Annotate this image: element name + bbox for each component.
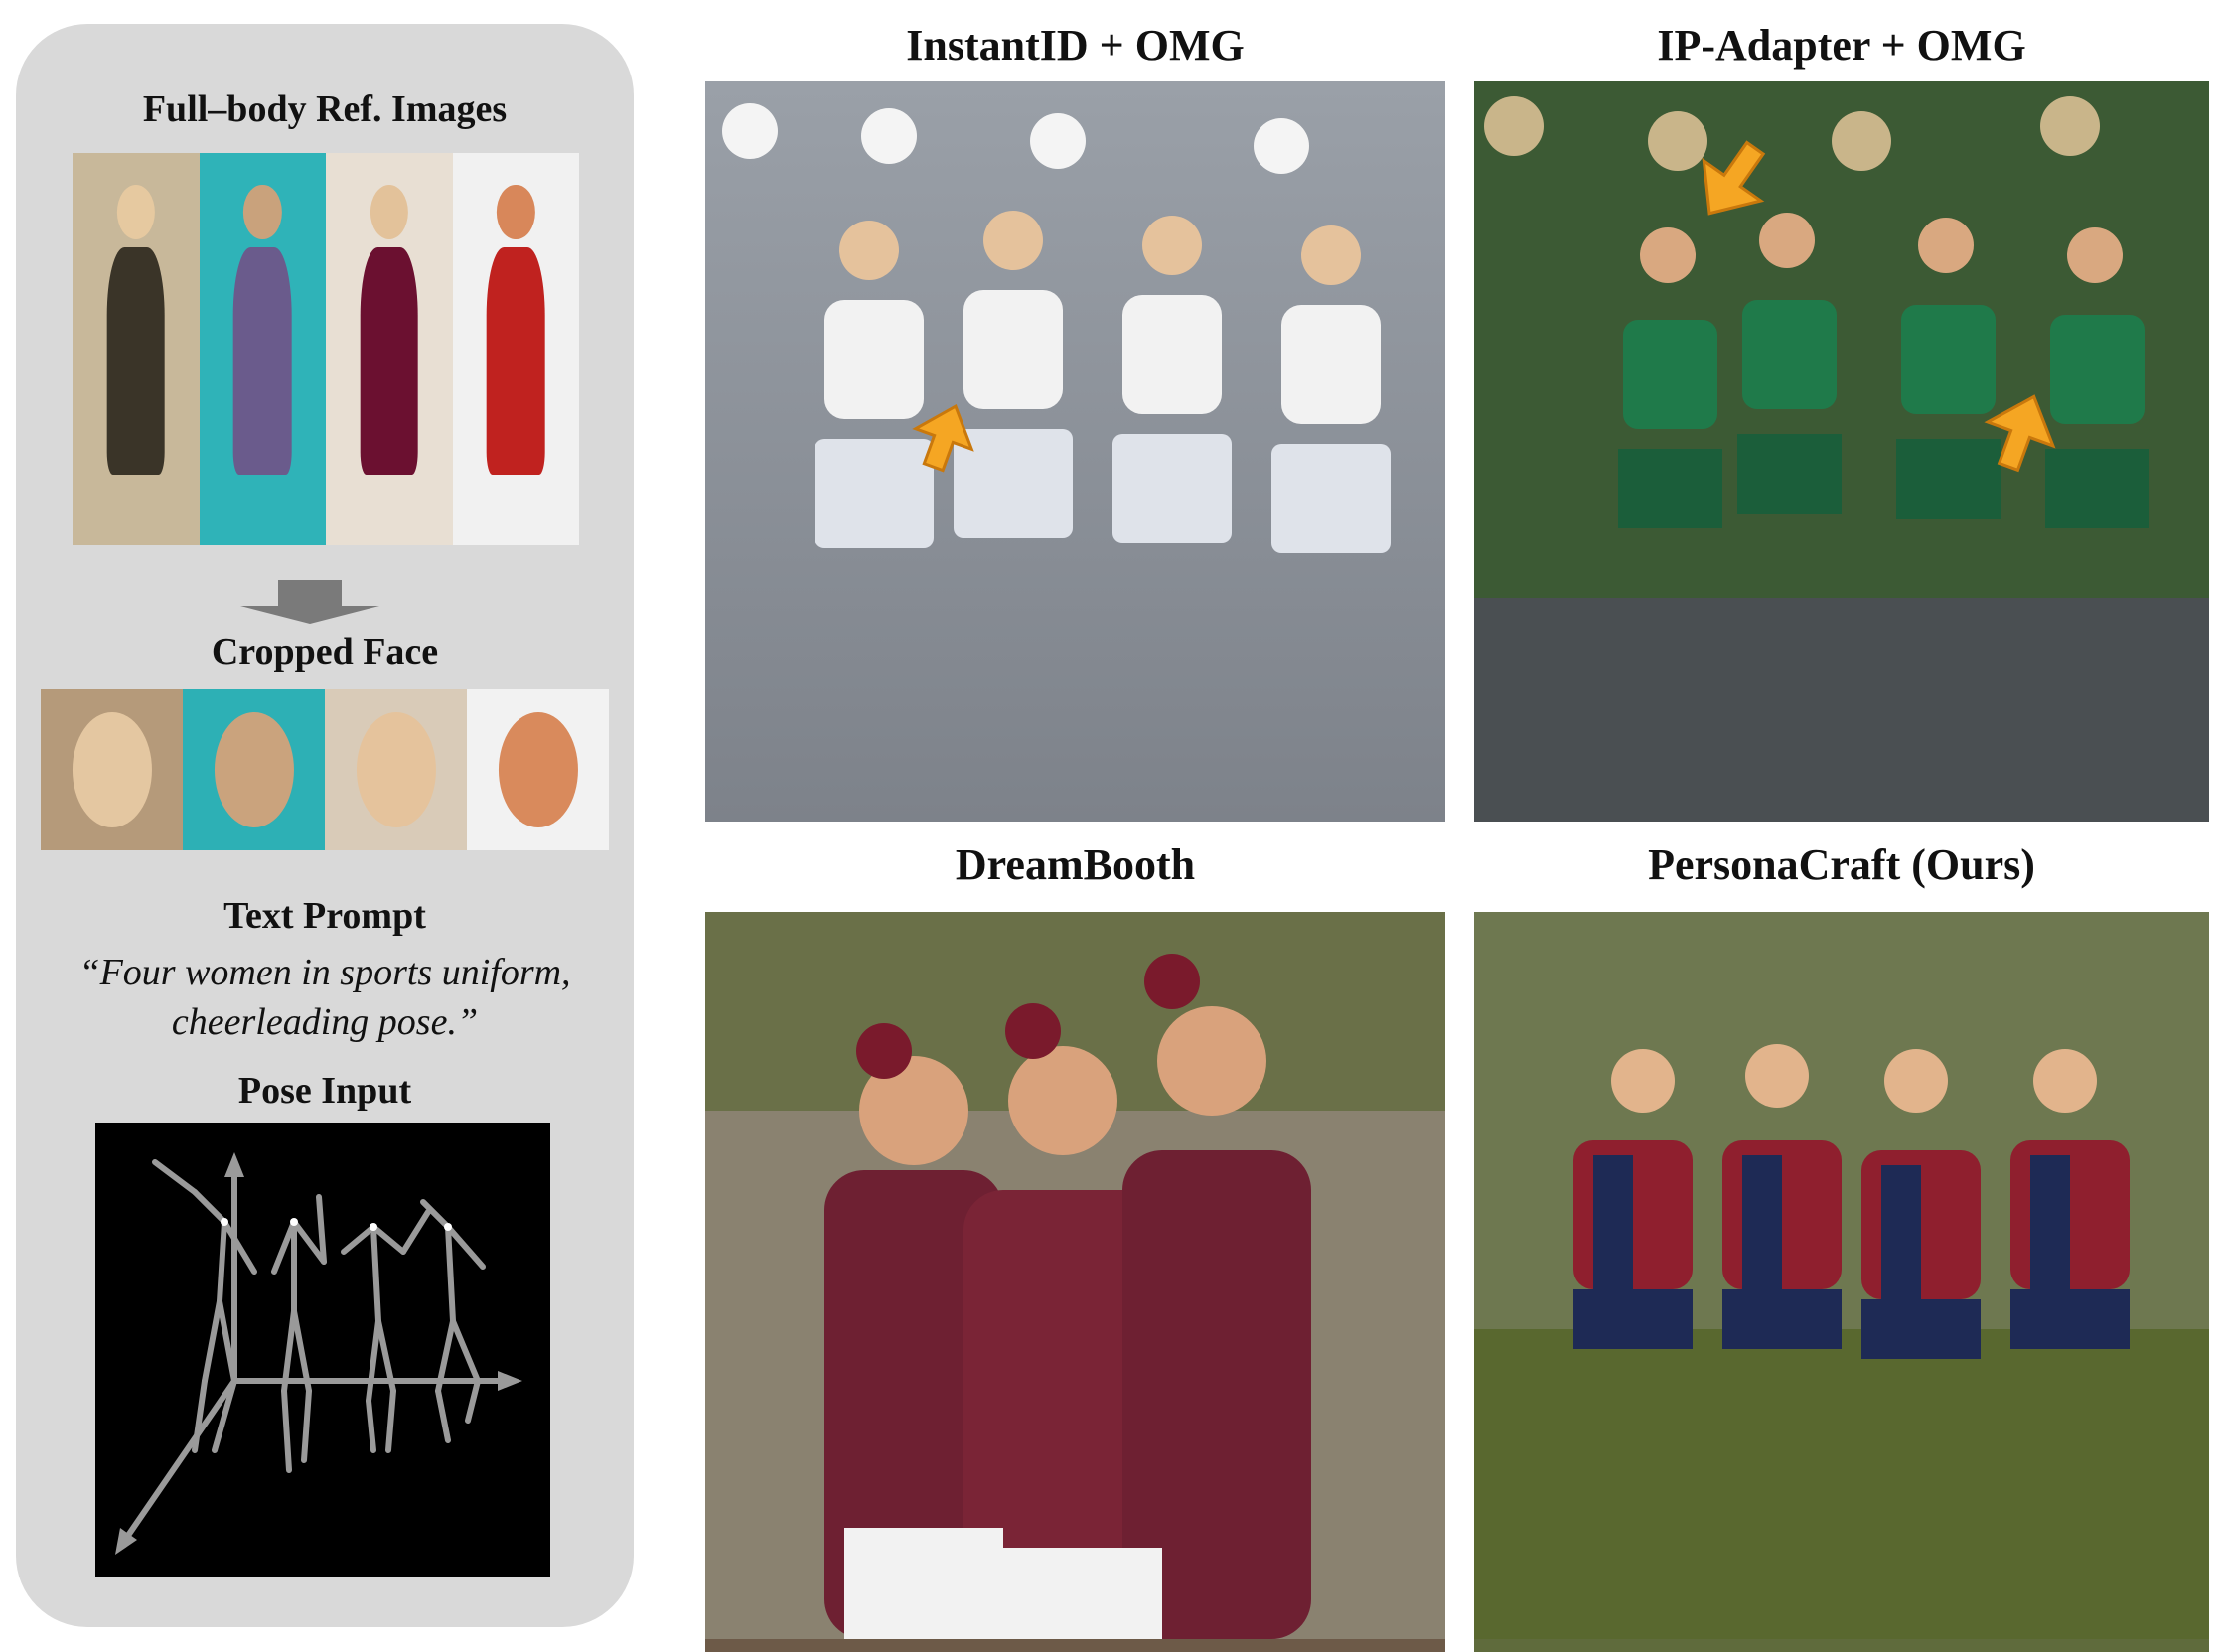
- result-image-instantid: [705, 81, 1445, 822]
- reference-image: [452, 153, 579, 545]
- reference-image: [73, 153, 200, 545]
- reference-images-strip: [73, 153, 579, 545]
- cropped-face: [41, 689, 183, 850]
- prompt-line: cheerleading pose.”: [171, 1001, 479, 1043]
- method-title-instantid: InstantID + OMG: [906, 21, 1245, 70]
- cropped-face-heading: Cropped Face: [211, 631, 439, 673]
- cropped-face: [467, 689, 609, 850]
- pose-input-image: [95, 1123, 550, 1577]
- pose-input-heading: Pose Input: [237, 1070, 412, 1112]
- down-arrow-tip: [240, 606, 379, 624]
- ref-images-heading: Full–body Ref. Images: [142, 88, 508, 130]
- method-title-personacraft: PersonaCraft (Ours): [1648, 840, 2035, 889]
- reference-image: [326, 153, 453, 545]
- result-image-dreambooth: [705, 912, 1445, 1652]
- cropped-face: [183, 689, 325, 850]
- prompt-line: “Four women in sports uniform,: [78, 952, 571, 993]
- down-arrow-icon: [278, 580, 342, 606]
- cropped-face: [325, 689, 467, 850]
- reference-image: [199, 153, 326, 545]
- cropped-faces-strip: [41, 689, 609, 850]
- text-prompt: “Four women in sports uniform, cheerlead…: [16, 948, 634, 1047]
- input-panel: Full–body Ref. Images Cropped Face Text …: [16, 24, 634, 1627]
- method-title-ipadapter: IP-Adapter + OMG: [1657, 21, 2026, 70]
- method-title-dreambooth: DreamBooth: [955, 840, 1196, 889]
- result-image-ipadapter: [1474, 81, 2209, 822]
- pose-skeleton: [115, 1152, 522, 1555]
- result-image-personacraft: [1474, 912, 2209, 1652]
- text-prompt-heading: Text Prompt: [223, 895, 426, 937]
